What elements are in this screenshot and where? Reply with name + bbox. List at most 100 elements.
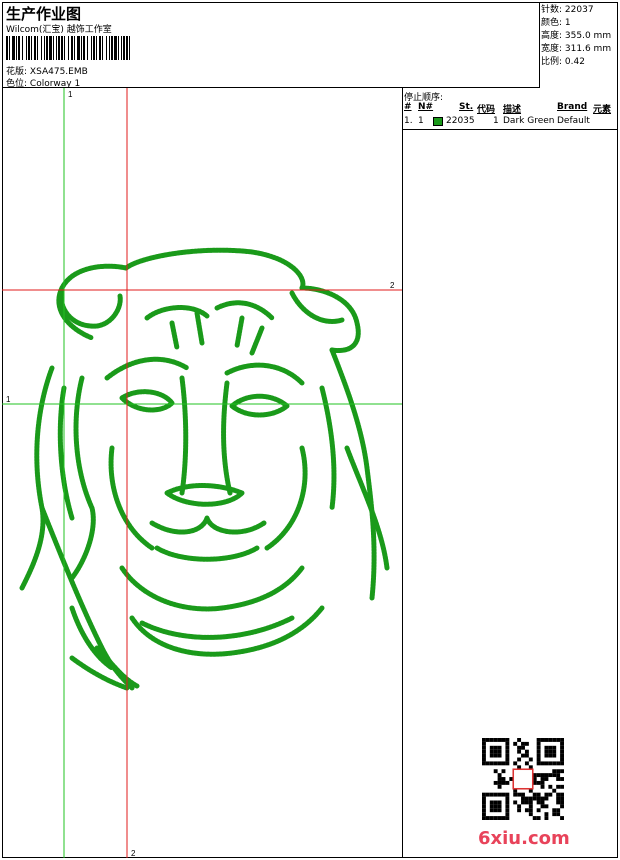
qr-module [552, 761, 557, 766]
qr-module [544, 816, 549, 820]
qr-module [497, 792, 502, 797]
qr-module [493, 745, 498, 750]
company-name: Wilcom(汇宝) 越饰工作室 [6, 25, 112, 35]
qr-module [536, 780, 541, 785]
qr-module [536, 808, 541, 813]
barcode-bar [61, 36, 63, 60]
barcode-bar [22, 36, 23, 60]
qr-module [560, 757, 564, 762]
col-needle: N# [418, 102, 434, 112]
qr-module [536, 773, 541, 778]
qr-module [521, 796, 525, 801]
qr-module [505, 738, 510, 742]
qr-module [482, 796, 486, 801]
tiger-embroidery-icon [19, 247, 390, 691]
qr-module [497, 749, 502, 754]
qr-module [521, 753, 525, 758]
qr-module [517, 808, 522, 813]
qr-module [497, 761, 502, 766]
qr-module [556, 738, 561, 742]
qr-module [556, 808, 561, 813]
barcode-bar [123, 36, 125, 60]
qr-module [489, 745, 494, 750]
barcode-bar [9, 36, 10, 60]
qr-module [482, 745, 486, 750]
barcode-bar [56, 36, 57, 60]
qr-module [505, 816, 510, 820]
barcode-bar [44, 36, 45, 60]
barcode-bar [114, 36, 117, 60]
qr-module [505, 792, 510, 797]
qr-module [521, 741, 525, 746]
qr-module [552, 738, 557, 742]
qr-module [513, 792, 518, 797]
qr-module [521, 745, 525, 750]
qr-module [497, 816, 502, 820]
qr-module [493, 800, 498, 805]
qr-module [540, 784, 545, 789]
stitch-count: 针数: 22037 [541, 5, 594, 15]
qr-module [548, 773, 553, 778]
qr-module [493, 749, 498, 754]
design-preview-canvas[interactable]: 1 2 1 2 [2, 88, 402, 858]
qr-module [556, 784, 561, 789]
qr-module [556, 777, 561, 781]
qr-module [544, 761, 549, 766]
design-scale: 比例: 0.42 [541, 57, 585, 67]
barcode-bar [28, 36, 30, 60]
qr-module [497, 804, 502, 809]
qr-module [505, 812, 510, 817]
barcode-bar [31, 36, 32, 60]
qr-module [517, 792, 522, 797]
qr-module [552, 749, 557, 754]
barcode-bar [99, 36, 101, 60]
table-row[interactable]: 1. 1 22035 1 Dark Green Default [403, 116, 617, 128]
barcode-icon [6, 36, 130, 60]
qr-module [544, 812, 549, 817]
qr-module [528, 804, 533, 809]
qr-module [544, 804, 549, 809]
barcode-bar [118, 36, 119, 60]
col-element: 元素 [593, 105, 612, 115]
qr-module [489, 816, 494, 820]
qr-module [524, 761, 529, 766]
barcode-bar [16, 36, 17, 60]
qr-seal-icon [512, 768, 534, 790]
qr-module [501, 777, 506, 781]
qr-module [528, 796, 533, 801]
qr-module [540, 804, 545, 809]
qr-module [560, 777, 564, 781]
qr-module [517, 738, 522, 742]
qr-module [536, 757, 541, 762]
qr-module [548, 792, 553, 797]
qr-module [524, 800, 529, 805]
col-code: 代码 [477, 105, 496, 115]
design-stats: 针数: 22037 颜色: 1 高度: 355.0 mm 宽度: 311.6 m… [540, 4, 618, 69]
barcode-bar [46, 36, 48, 60]
row-brand: Default [557, 116, 590, 126]
qr-module [536, 816, 541, 820]
qr-module [548, 761, 553, 766]
qr-module [560, 761, 564, 766]
barcode-bar [34, 36, 36, 60]
barcode-bar [74, 36, 75, 60]
qr-module [489, 808, 494, 813]
qr-module [540, 777, 545, 781]
qr-module [513, 761, 518, 766]
qr-module [536, 741, 541, 746]
barcode-bar [58, 36, 60, 60]
qr-module [505, 757, 510, 762]
qr-module [489, 738, 494, 742]
qr-module [505, 808, 510, 813]
qr-module [493, 808, 498, 813]
qr-module [528, 808, 533, 813]
qr-module [505, 741, 510, 746]
barcode-bar [109, 36, 110, 60]
qr-module [524, 753, 529, 758]
qr-module [505, 761, 510, 766]
qr-module [521, 800, 525, 805]
qr-module [560, 816, 564, 820]
qr-module [560, 738, 564, 742]
guide-label-h1: 1 [6, 395, 11, 404]
qr-module [556, 792, 561, 797]
